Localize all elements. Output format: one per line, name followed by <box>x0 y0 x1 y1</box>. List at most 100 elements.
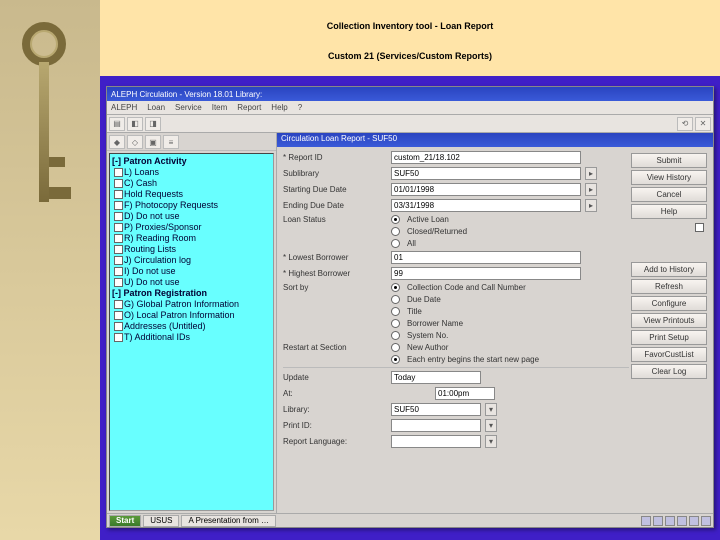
radio-active-loan[interactable] <box>391 215 400 224</box>
nav-tab-4[interactable]: ≡ <box>163 135 179 149</box>
refresh-button[interactable]: Refresh <box>631 279 707 294</box>
slide-title-line1: Collection Inventory tool - Loan Report <box>327 21 494 31</box>
nav-tree[interactable]: [-] Patron Activity L) Loans C) Cash Hol… <box>109 153 274 511</box>
radio-sort-due[interactable] <box>391 295 400 304</box>
printid-input[interactable] <box>391 419 481 432</box>
tree-item-loans[interactable]: L) Loans <box>112 167 271 178</box>
task-2[interactable]: A Presentation from … <box>181 515 275 527</box>
configure-button[interactable]: Configure <box>631 296 707 311</box>
tree-item-proxies[interactable]: P) Proxies/Sponsor <box>112 222 271 233</box>
toolbar-btn-r2[interactable]: ✕ <box>695 117 711 131</box>
tree-item-global[interactable]: G) Global Patron Information <box>112 299 271 310</box>
end-due-picker-icon[interactable]: ▸ <box>585 199 597 212</box>
tree-item-hold[interactable]: Hold Requests <box>112 189 271 200</box>
menu-item[interactable]: Item <box>212 103 228 112</box>
start-due-input[interactable]: 01/01/1998 <box>391 183 581 196</box>
tree-item-local[interactable]: O) Local Patron Information <box>112 310 271 321</box>
report-id-input[interactable]: custom_21/18.102 <box>391 151 581 164</box>
tree-item-addresses[interactable]: Addresses (Untitled) <box>112 321 271 332</box>
radio-restart-author[interactable] <box>391 343 400 352</box>
tray-icon[interactable] <box>701 516 711 526</box>
radio-sort-title[interactable] <box>391 307 400 316</box>
at-input[interactable]: 01:00pm <box>435 387 495 400</box>
end-due-input[interactable]: 03/31/1998 <box>391 199 581 212</box>
slide-title: Collection Inventory tool - Loan Report … <box>100 0 720 76</box>
library-picker-icon[interactable]: ▾ <box>485 403 497 416</box>
menu-report[interactable]: Report <box>237 103 261 112</box>
start-due-label: Starting Due Date <box>283 185 387 194</box>
printid-picker-icon[interactable]: ▾ <box>485 419 497 432</box>
checkbox-unknown[interactable] <box>695 223 704 232</box>
nav-tab-1[interactable]: ◆ <box>109 135 125 149</box>
menu-aleph[interactable]: ALEPH <box>111 103 137 112</box>
lang-picker-icon[interactable]: ▾ <box>485 435 497 448</box>
menu-loan[interactable]: Loan <box>147 103 165 112</box>
lowest-input[interactable]: 01 <box>391 251 581 264</box>
tray-icon[interactable] <box>665 516 675 526</box>
tree-item-reading[interactable]: R) Reading Room <box>112 233 271 244</box>
tray-icon[interactable] <box>653 516 663 526</box>
tree-item-dnu1[interactable]: D) Do not use <box>112 211 271 222</box>
toolbar-btn-r1[interactable]: ⟲ <box>677 117 693 131</box>
submit-button[interactable]: Submit <box>631 153 707 168</box>
menu-service[interactable]: Service <box>175 103 202 112</box>
toolbar: ▤ ◧ ◨ ⟲ ✕ <box>107 115 713 133</box>
start-button[interactable]: Start <box>109 515 141 527</box>
update-label: Update <box>283 373 387 382</box>
tray-icon[interactable] <box>677 516 687 526</box>
toolbar-btn-3[interactable]: ◨ <box>145 117 161 131</box>
toolbar-btn-2[interactable]: ◧ <box>127 117 143 131</box>
sublibrary-input[interactable]: SUF50 <box>391 167 581 180</box>
library-label: Library: <box>283 405 387 414</box>
restart-label: Restart at Section <box>283 343 387 352</box>
key-icon <box>22 22 67 232</box>
radio-closed[interactable] <box>391 227 400 236</box>
lang-input[interactable] <box>391 435 481 448</box>
toolbar-btn-1[interactable]: ▤ <box>109 117 125 131</box>
menubar: ALEPH Loan Service Item Report Help ? <box>107 101 713 115</box>
radio-sort-collection[interactable] <box>391 283 400 292</box>
clear-log-button[interactable]: Clear Log <box>631 364 707 379</box>
radio-sort-borrower-label: Borrower Name <box>407 319 463 328</box>
radio-all[interactable] <box>391 239 400 248</box>
print-setup-button[interactable]: Print Setup <box>631 330 707 345</box>
system-tray <box>641 516 711 526</box>
menu-help[interactable]: Help <box>271 103 287 112</box>
cancel-button[interactable]: Cancel <box>631 187 707 202</box>
radio-restart-newpage[interactable] <box>391 355 400 364</box>
update-input[interactable]: Today <box>391 371 481 384</box>
tree-item-circlog[interactable]: J) Circulation log <box>112 255 271 266</box>
form-panel: Circulation Loan Report - SUF50 * Report… <box>277 133 713 513</box>
add-history-button[interactable]: Add to History <box>631 262 707 277</box>
nav-tab-2[interactable]: ◇ <box>127 135 143 149</box>
tree-item-additional-ids[interactable]: T) Additional IDs <box>112 332 271 343</box>
radio-sort-sysno-label: System No. <box>407 331 448 340</box>
tray-icon[interactable] <box>689 516 699 526</box>
radio-restart-newpage-label: Each entry begins the start new page <box>407 355 539 364</box>
tray-icon[interactable] <box>641 516 651 526</box>
view-history-button[interactable]: View History <box>631 170 707 185</box>
radio-sort-collection-label: Collection Code and Call Number <box>407 283 526 292</box>
highest-input[interactable]: 99 <box>391 267 581 280</box>
loan-status-label: Loan Status <box>283 215 387 224</box>
radio-restart-author-label: New Author <box>407 343 448 352</box>
start-due-picker-icon[interactable]: ▸ <box>585 183 597 196</box>
sublibrary-picker-icon[interactable]: ▸ <box>585 167 597 180</box>
view-printouts-button[interactable]: View Printouts <box>631 313 707 328</box>
tree-header-patron-activity[interactable]: [-] Patron Activity <box>112 156 271 167</box>
radio-sort-sysno[interactable] <box>391 331 400 340</box>
menu-unknown[interactable]: ? <box>298 103 302 112</box>
task-1[interactable]: USUS <box>143 515 179 527</box>
library-input[interactable]: SUF50 <box>391 403 481 416</box>
tree-item-routing[interactable]: Routing Lists <box>112 244 271 255</box>
tree-item-dnu3[interactable]: U) Do not use <box>112 277 271 288</box>
favorcustlist-button[interactable]: FavorCustList <box>631 347 707 362</box>
nav-tab-3[interactable]: ▣ <box>145 135 161 149</box>
tree-header-patron-reg[interactable]: [-] Patron Registration <box>112 288 271 299</box>
tree-item-dnu2[interactable]: I) Do not use <box>112 266 271 277</box>
tree-item-photocopy[interactable]: F) Photocopy Requests <box>112 200 271 211</box>
tree-item-cash[interactable]: C) Cash <box>112 178 271 189</box>
slide-area: Collection Inventory tool - Loan Report … <box>100 0 720 540</box>
radio-sort-borrower[interactable] <box>391 319 400 328</box>
help-button[interactable]: Help <box>631 204 707 219</box>
